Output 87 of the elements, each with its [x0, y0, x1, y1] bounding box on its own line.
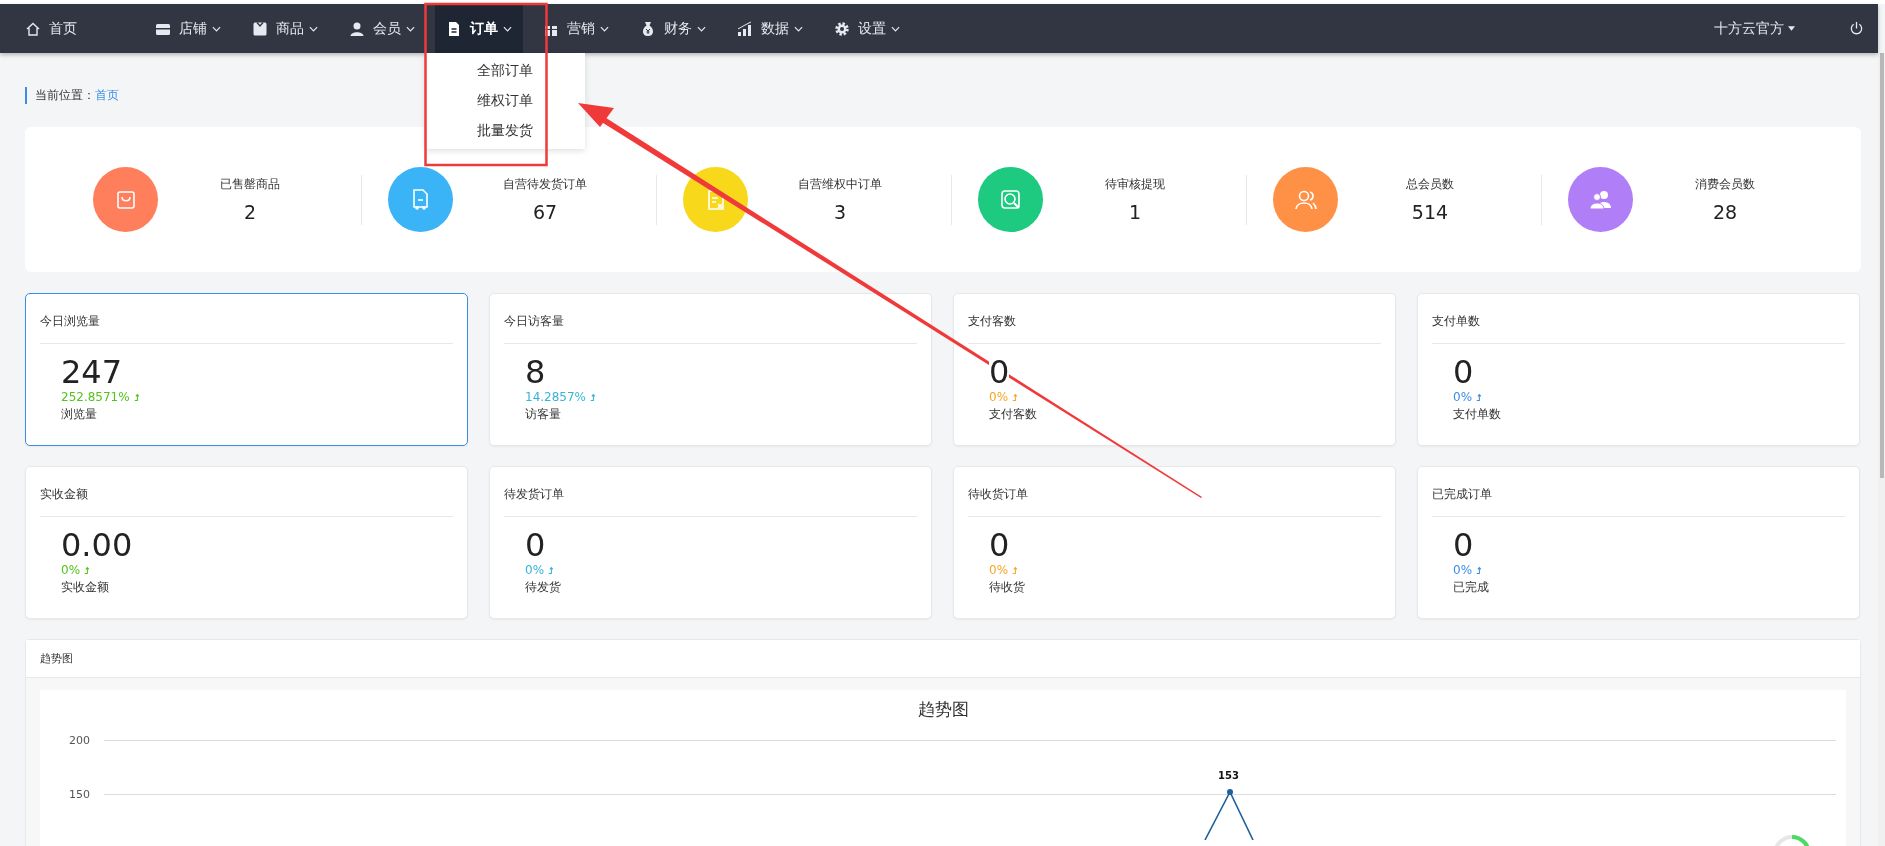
metric-card[interactable]: 今日访客量 8 14.2857% 访客量	[489, 293, 932, 446]
metric-caption: 已完成	[1453, 579, 1489, 596]
data-label: 153	[1218, 770, 1239, 781]
metric-card[interactable]: 待收货订单 0 0% 待收货	[953, 466, 1396, 619]
card-title: 已完成订单	[1432, 486, 1493, 503]
metric-card[interactable]: 已完成订单 0 0% 已完成	[1417, 466, 1860, 619]
nav-menu-item[interactable]: 商品	[241, 4, 329, 53]
chevron-down-icon	[406, 25, 415, 32]
stat-value: 28	[1712, 201, 1738, 223]
box-icon	[252, 20, 268, 37]
growth-rate: 0%	[1453, 390, 1473, 404]
metric-card[interactable]: 实收金额 0.00 0% 实收金额	[25, 466, 468, 619]
metric-caption: 实收金额	[61, 579, 109, 596]
up-arrow-icon	[590, 392, 597, 402]
nav-menu-item[interactable]: 财务	[629, 4, 717, 53]
metric-card[interactable]: 待发货订单 0 0% 待发货	[489, 466, 932, 619]
growth-rate: 0%	[989, 563, 1009, 577]
card-title: 待收货订单	[968, 486, 1029, 503]
scrollbar-thumb[interactable]	[1880, 53, 1884, 478]
up-arrow-icon	[1012, 392, 1019, 402]
card-title: 实收金额	[40, 486, 89, 503]
metric-caption: 支付单数	[1453, 406, 1501, 423]
y-axis-label: 150	[68, 788, 90, 801]
chevron-down-icon	[212, 25, 221, 32]
stat-label: 待审核提现	[1105, 176, 1165, 193]
stat-value: 67	[532, 201, 558, 223]
bar-chart-icon	[737, 20, 753, 37]
up-arrow-icon	[548, 565, 555, 575]
money-bag-icon	[640, 20, 656, 37]
card-title: 待发货订单	[504, 486, 565, 503]
stat-value: 1	[1128, 201, 1142, 223]
chart-title: 趋势图	[917, 698, 969, 721]
settings-icon	[834, 20, 850, 37]
nav-menu-item[interactable]: 会员	[338, 4, 426, 53]
metric-card[interactable]: 支付单数 0 0% 支付单数	[1417, 293, 1860, 446]
up-arrow-icon	[1476, 392, 1483, 402]
nav-menu-item[interactable]: 首页	[14, 4, 88, 53]
growth-rate: 252.8571%	[61, 390, 130, 404]
card-title: 支付单数	[1432, 313, 1481, 330]
chevron-down-icon	[309, 25, 318, 32]
metric-caption: 待发货	[525, 579, 561, 596]
nav-menu-item[interactable]: 店铺	[144, 4, 232, 53]
nav-menu-item[interactable]: 订单	[435, 4, 523, 53]
growth-rate: 14.2857%	[525, 390, 587, 404]
search-icon	[998, 187, 1023, 212]
card-title: 今日访客量	[504, 313, 565, 330]
up-arrow-icon	[84, 565, 91, 575]
stat-value: 3	[833, 201, 847, 223]
caret-down-icon	[1788, 26, 1795, 31]
document-icon	[446, 20, 462, 37]
up-arrow-icon	[1476, 565, 1483, 575]
up-arrow-icon	[1012, 565, 1019, 575]
card-title: 今日浏览量	[40, 313, 101, 330]
stat-label: 总会员数	[1406, 176, 1454, 193]
chevron-down-icon	[794, 25, 803, 32]
power-icon[interactable]	[1849, 21, 1864, 36]
stat-label: 自营维权中订单	[798, 176, 882, 193]
user-icon	[349, 20, 365, 37]
stat-value: 514	[1411, 201, 1449, 223]
up-arrow-icon	[133, 392, 140, 402]
card-title: 支付客数	[968, 313, 1017, 330]
nav-menu-item[interactable]: 营销	[532, 4, 620, 53]
user-menu-button[interactable]: 十方云官方	[1708, 18, 1801, 39]
metric-card[interactable]: 今日浏览量 247 252.8571% 浏览量	[25, 293, 468, 446]
stat-label: 已售罄商品	[220, 176, 280, 193]
chevron-down-icon	[697, 25, 706, 32]
home-icon	[25, 20, 41, 37]
metric-card[interactable]: 支付客数 0 0% 支付客数	[953, 293, 1396, 446]
growth-rate: 0%	[525, 563, 545, 577]
nav-menu-item[interactable]: 数据	[726, 4, 814, 53]
metric-caption: 支付客数	[989, 406, 1037, 423]
nav-menu-item[interactable]: 设置	[823, 4, 911, 53]
stat-label: 自营待发货订单	[503, 176, 587, 193]
growth-rate: 0%	[989, 390, 1009, 404]
y-axis-label: 200	[68, 734, 90, 747]
breadcrumb-label: 当前位置：	[35, 86, 95, 104]
metric-caption: 待收货	[989, 579, 1025, 596]
metric-caption: 浏览量	[61, 406, 97, 423]
chevron-down-icon	[891, 25, 900, 32]
chevron-down-icon	[503, 25, 512, 32]
stat-label: 消费会员数	[1695, 176, 1755, 193]
panel-title: 趋势图	[40, 651, 73, 666]
stat-value: 2	[243, 201, 257, 223]
chevron-down-icon	[600, 25, 609, 32]
metric-caption: 访客量	[525, 406, 561, 423]
growth-rate: 0%	[1453, 563, 1473, 577]
growth-rate: 0%	[61, 563, 81, 577]
